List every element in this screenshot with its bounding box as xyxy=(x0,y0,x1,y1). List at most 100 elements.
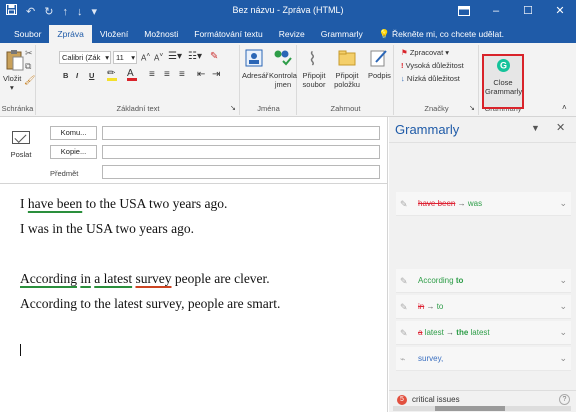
signature-icon[interactable] xyxy=(370,49,388,69)
ribbon-display-icon[interactable] xyxy=(448,0,480,22)
attach-item-label[interactable]: Připojit položku xyxy=(330,71,364,89)
tab-revize[interactable]: Revize xyxy=(271,25,313,43)
underline-button[interactable]: U xyxy=(89,71,94,80)
check-names-label[interactable]: Kontrola jmen xyxy=(269,71,297,89)
body-text: people are clever. xyxy=(171,271,270,286)
attach-file-label[interactable]: Připojit soubor xyxy=(300,71,328,89)
horizontal-scrollbar[interactable] xyxy=(393,406,571,411)
tab-vlozeni[interactable]: Vložení xyxy=(92,25,136,43)
tell-me-search[interactable]: 💡 Řekněte mi, co chcete udělat. xyxy=(371,25,512,43)
pencil-icon: ✎ xyxy=(400,328,408,338)
suggestion-old: have been xyxy=(418,199,456,208)
tell-me-text: Řekněte mi, co chcete udělat. xyxy=(392,29,504,39)
suggestion-card[interactable]: ✎ According to ⌄ xyxy=(396,269,571,293)
help-icon[interactable]: ? xyxy=(559,394,570,405)
check-names-icon[interactable] xyxy=(272,49,292,69)
suggestion-card[interactable]: ✎ in → to ⌄ xyxy=(396,295,571,319)
suggestion-context: According xyxy=(418,276,454,285)
chevron-down-icon[interactable]: ⌄ xyxy=(559,301,567,312)
clear-formatting-icon[interactable]: ✎ xyxy=(210,51,218,62)
shrink-font-icon[interactable]: A˅ xyxy=(154,52,163,63)
attach-file-icon[interactable]: ⌇ xyxy=(308,49,317,70)
tab-grammarly[interactable]: Grammarly xyxy=(313,25,371,43)
flagged-text[interactable]: have been xyxy=(28,196,82,211)
flagged-text[interactable]: a latest xyxy=(94,271,132,286)
collapse-ribbon-icon[interactable]: ˄ xyxy=(562,103,567,112)
decrease-indent-icon[interactable]: ⇤ xyxy=(197,69,205,80)
dialog-launcher-icon[interactable]: ↘ xyxy=(469,104,475,112)
low-importance-button[interactable]: ↓ Nízká důležitost xyxy=(401,74,460,83)
chevron-down-icon[interactable]: ▼ xyxy=(531,123,540,133)
tab-formatovani-textu[interactable]: Formátování textu xyxy=(186,25,271,43)
sparkle-icon: ⌁ xyxy=(400,354,406,364)
subject-field[interactable] xyxy=(102,165,380,179)
attach-item-icon[interactable] xyxy=(338,50,356,68)
exclamation-icon: ! xyxy=(401,61,404,70)
to-field[interactable] xyxy=(102,126,380,140)
tab-moznosti[interactable]: Možnosti xyxy=(136,25,186,43)
chevron-down-icon[interactable]: ⌄ xyxy=(559,198,567,209)
close-icon[interactable]: ✕ xyxy=(544,0,576,22)
suggestion-context: latest xyxy=(470,328,490,337)
flagged-text[interactable]: According xyxy=(20,271,77,286)
suggestion-card[interactable]: ✎ have been → was ⌄ xyxy=(396,192,571,216)
format-painter-icon[interactable]: 🖌 xyxy=(24,75,35,86)
compose-area: Poslat Komu... Kopie... Předmět I have b… xyxy=(0,117,388,412)
increase-indent-icon[interactable]: ⇥ xyxy=(212,69,220,80)
suggestion-text: a latest → the latest xyxy=(418,328,490,337)
to-button[interactable]: Komu... xyxy=(50,126,97,140)
arrow-icon: → xyxy=(446,328,455,337)
flag-icon: ⚑ xyxy=(401,48,408,57)
group-label-names: Jména xyxy=(257,104,280,113)
flagged-text[interactable]: survey xyxy=(135,271,171,286)
align-right-icon[interactable]: ≡ xyxy=(179,69,185,80)
highlight-icon[interactable]: ✏ xyxy=(107,68,117,81)
follow-up-button[interactable]: ⚑ Zpracovat ▾ xyxy=(401,48,449,57)
grammarly-panel-title: Grammarly xyxy=(395,122,460,137)
cut-icon[interactable]: ✂ xyxy=(25,48,33,59)
paste-label[interactable]: Vložit xyxy=(3,74,21,83)
cc-button[interactable]: Kopie... xyxy=(50,145,97,159)
critical-issues-label[interactable]: critical issues xyxy=(412,395,460,404)
chevron-down-icon[interactable]: ⌄ xyxy=(559,275,567,286)
flagged-text[interactable]: in xyxy=(80,271,91,286)
high-importance-button[interactable]: ! Vysoká důležitost xyxy=(401,61,464,70)
copy-icon[interactable]: ⧉ xyxy=(25,61,31,72)
high-importance-label: Vysoká důležitost xyxy=(405,61,464,70)
font-name-select[interactable]: Calibri (Zák ▾ xyxy=(59,51,111,64)
paste-icon[interactable] xyxy=(6,49,24,73)
bold-button[interactable]: B xyxy=(63,71,68,80)
text-caret xyxy=(20,344,21,356)
chevron-down-icon[interactable]: ⌄ xyxy=(559,353,567,364)
italic-button[interactable]: I xyxy=(76,71,78,80)
close-grammarly-button[interactable]: G Close Grammarly xyxy=(482,54,524,109)
paste-dropdown-icon[interactable]: ▾ xyxy=(10,83,14,92)
suggestion-text: in → to xyxy=(418,302,443,311)
chevron-down-icon[interactable]: ⌄ xyxy=(559,327,567,338)
maximize-icon[interactable]: ☐ xyxy=(512,0,544,22)
scrollbar-thumb[interactable] xyxy=(435,406,505,411)
align-left-icon[interactable]: ≡ xyxy=(149,69,155,80)
close-icon[interactable]: ✕ xyxy=(556,121,565,134)
font-color-icon[interactable]: A xyxy=(127,68,137,81)
suggestion-card[interactable]: ✎ a latest → the latest ⌄ xyxy=(396,321,571,345)
message-body[interactable]: I have been to the USA two years ago. I … xyxy=(0,184,388,412)
minimize-icon[interactable]: – xyxy=(480,0,512,22)
address-book-icon[interactable] xyxy=(245,49,263,69)
suggestion-card[interactable]: ⌁ survey, ⌄ xyxy=(396,347,571,371)
group-basic-text: Calibri (Zák ▾ 11 ▾ A˄ A˅ ☰▾ ☷▾ ✎ B I U ✏ … xyxy=(37,45,240,115)
font-size-select[interactable]: 11 ▾ xyxy=(113,51,137,64)
align-center-icon[interactable]: ≡ xyxy=(164,69,170,80)
cc-field[interactable] xyxy=(102,145,380,159)
dialog-launcher-icon[interactable]: ↘ xyxy=(230,104,236,112)
bullets-icon[interactable]: ☰▾ xyxy=(168,51,182,62)
address-book-label[interactable]: Adresář xyxy=(242,71,268,80)
grow-font-icon[interactable]: A˄ xyxy=(141,52,150,63)
send-button[interactable]: Poslat xyxy=(6,131,36,171)
pencil-icon: ✎ xyxy=(400,199,408,209)
tab-soubor[interactable]: Soubor xyxy=(6,25,49,43)
numbering-icon[interactable]: ☷▾ xyxy=(188,51,202,62)
tab-zprava[interactable]: Zpráva xyxy=(49,25,92,43)
signature-label[interactable]: Podpis xyxy=(368,71,391,80)
body-text: to the USA two years ago. xyxy=(82,196,228,211)
